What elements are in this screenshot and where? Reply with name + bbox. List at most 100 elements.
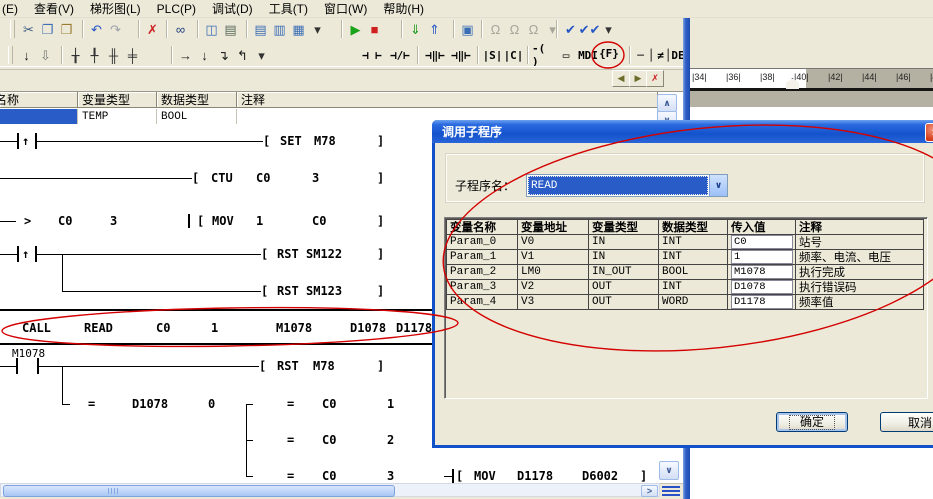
menu-window[interactable]: 窗口(W) [324, 0, 367, 17]
menu-view[interactable]: 查看(V) [34, 0, 74, 17]
pane-resize-grip[interactable] [660, 483, 683, 498]
compile-all-icon[interactable]: ✔✔ [580, 19, 599, 39]
toolbar-separator [527, 46, 529, 64]
paste-icon[interactable]: ❒ [57, 19, 76, 39]
vartable-cell-0[interactable] [0, 109, 78, 124]
param-table-cell: 执行错误码 [796, 280, 924, 295]
move-down-hollow-icon[interactable]: ⇩ [36, 45, 55, 65]
param-table-cell: WORD [659, 295, 728, 310]
ladder-vscroll-track[interactable] [659, 447, 677, 461]
vartable-cell-2[interactable]: BOOL [157, 109, 237, 124]
run-icon[interactable]: ▶ [346, 19, 365, 39]
ok-button[interactable]: 确定 [776, 412, 848, 432]
param-value-input[interactable]: D1078 [731, 280, 793, 294]
toolbar-group: ▶■ [338, 18, 384, 40]
param-table-cell: Param_0 [446, 235, 518, 250]
ladder-scroll-down-button[interactable]: ∨ [659, 461, 679, 480]
compile-icon[interactable]: ✔ [561, 19, 580, 39]
vline-icon[interactable]: │ [647, 46, 655, 65]
cancel-button[interactable]: 取消 [880, 412, 933, 432]
param-table-cell: V3 [518, 295, 589, 310]
wire-corner-up-icon[interactable]: ↰ [233, 45, 252, 65]
subroutine-select[interactable]: READ ∨ [526, 174, 728, 197]
toolbar-grip [10, 20, 15, 38]
param-table-cell: 频率值 [796, 295, 924, 310]
ladder-elements-group: ⊣ ⊢⊣/⊢ ⊣‖⊢⊣‖⊢ |S||C| -( )▭MDI [358, 44, 600, 66]
vartable-header-3: 注释 [237, 92, 658, 108]
toolbar-separator [246, 20, 248, 38]
f-instruction-icon[interactable]: {F} [598, 44, 620, 63]
menu-edit[interactable]: (E) [2, 2, 18, 16]
contact-rising-icon[interactable]: ⊣‖⊢ [422, 46, 448, 65]
window-layout-1-icon[interactable]: ▤ [251, 19, 270, 39]
cut-icon[interactable]: ✂ [19, 19, 38, 39]
toolbar-separator [481, 20, 483, 38]
delete-column-icon[interactable]: ╪ [123, 45, 142, 65]
contact-no-icon[interactable]: ⊣ ⊢ [358, 46, 386, 65]
toolbar-separator [171, 46, 173, 64]
set-coil-icon[interactable]: |S| [482, 46, 503, 65]
param-table-header-4: 传入值 [728, 219, 796, 235]
param-table-cell: V0 [518, 235, 589, 250]
upload-icon[interactable]: ⇑ [425, 19, 444, 39]
menu-tools[interactable]: 工具(T) [269, 0, 308, 17]
reset-coil-icon[interactable]: |C| [503, 46, 524, 65]
hline-icon[interactable]: ─ [634, 46, 647, 65]
monitor-icon[interactable]: ▣ [458, 19, 477, 39]
window-layout-more-icon[interactable]: ▾ [308, 19, 327, 39]
param-value-input[interactable]: D1178 [731, 295, 793, 309]
wire-down-icon[interactable]: ↓ [195, 45, 214, 65]
vartable-cell-1[interactable]: TEMP [78, 109, 157, 124]
find-icon[interactable]: ∞ [171, 19, 190, 39]
box-instruction-icon[interactable]: ▭ [556, 46, 576, 65]
hscroll-thumb[interactable] [3, 485, 395, 497]
coil-icon[interactable]: -( ) [532, 46, 556, 65]
chevron-down-icon[interactable]: ∨ [709, 175, 727, 196]
menu-help[interactable]: 帮助(H) [383, 0, 424, 17]
hscroll-right-button[interactable]: > [641, 485, 658, 497]
wire-right-icon[interactable]: → [176, 45, 195, 65]
wire-more-icon[interactable]: ▾ [252, 45, 271, 65]
contact-falling-icon[interactable]: ⊣‖⊢ [448, 46, 474, 65]
dialog-close-button[interactable]: × [925, 123, 933, 142]
move-down-icon[interactable]: ↓ [17, 45, 36, 65]
lock-partial-icon[interactable]: Ω [524, 19, 543, 39]
param-table-cell: Param_3 [446, 280, 518, 295]
toolbar-group: ╁╀╫╪ [58, 44, 142, 66]
window-layout-3-icon[interactable]: ▦ [289, 19, 308, 39]
insert-column-icon[interactable]: ╀ [85, 45, 104, 65]
vartable-scroll-up-button[interactable]: ∧ [657, 94, 677, 112]
window-layout-2-icon[interactable]: ▥ [270, 19, 289, 39]
param-value-input[interactable]: M1078 [731, 265, 793, 279]
print-icon[interactable]: ▤ [221, 19, 240, 39]
lock-icon[interactable]: Ω [486, 19, 505, 39]
toolbar-separator [556, 20, 558, 38]
redo-icon[interactable]: ↷ [106, 19, 125, 39]
subroutine-selected-value: READ [528, 176, 708, 195]
menu-debug[interactable]: 调试(D) [212, 0, 253, 17]
contact-nc-icon[interactable]: ⊣/⊢ [386, 46, 414, 65]
delete-icon[interactable]: ✗ [143, 19, 162, 39]
delete-row-icon[interactable]: ╫ [104, 45, 123, 65]
insert-row-icon[interactable]: ╁ [66, 45, 85, 65]
compile-more-icon[interactable]: ▾ [599, 19, 618, 39]
wire-corner-down-icon[interactable]: ↴ [214, 45, 233, 65]
download-icon[interactable]: ⇓ [406, 19, 425, 39]
menu-plc[interactable]: PLC(P) [157, 2, 196, 16]
dialog-title-bar[interactable]: 调用子程序 × [432, 120, 933, 143]
param-table-cell: IN [589, 235, 659, 250]
copy-icon[interactable]: ❐ [38, 19, 57, 39]
horizontal-scrollbar[interactable]: > [0, 483, 660, 497]
mdi-icon[interactable]: MDI [576, 46, 600, 65]
undo-icon[interactable]: ↶ [87, 19, 106, 39]
right-panel-top [690, 18, 933, 68]
print-preview-icon[interactable]: ◫ [202, 19, 221, 39]
param-value-input[interactable]: 1 [731, 250, 793, 264]
param-table-cell: C0 [728, 235, 796, 250]
dialog-title: 调用子程序 [442, 123, 502, 140]
stop-icon[interactable]: ■ [365, 19, 384, 39]
menu-ladder[interactable]: 梯形图(L) [90, 0, 141, 17]
param-value-input[interactable]: C0 [731, 235, 793, 249]
param-table-cell: Param_1 [446, 250, 518, 265]
unlock-icon[interactable]: Ω [505, 19, 524, 39]
